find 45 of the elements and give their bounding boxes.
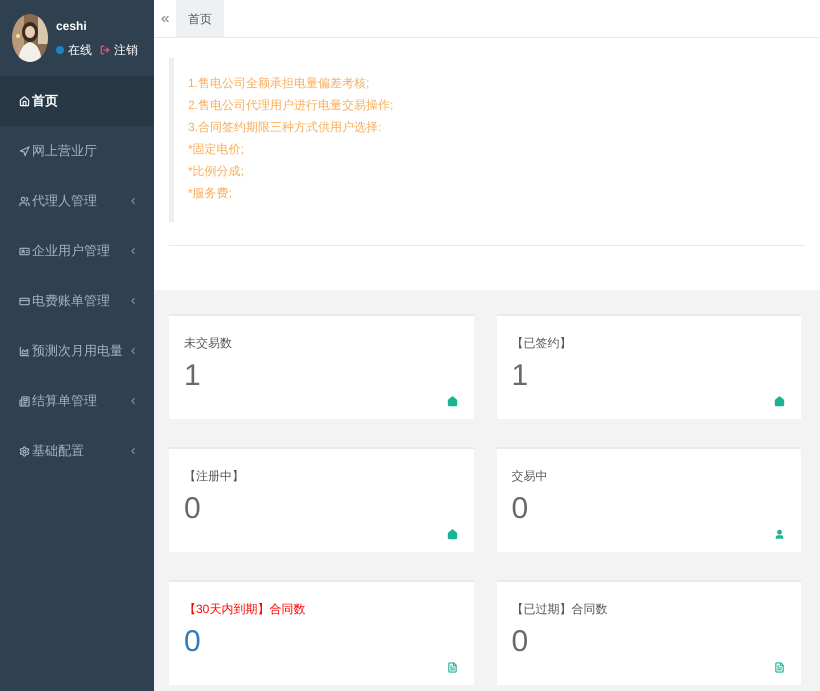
logout-icon [100,45,110,55]
notice-line: 2.售电公司代理用户进行电量交易操作; [188,97,394,114]
sidebar-item[interactable]: 电费账单管理 [0,276,154,326]
card-title: 【已签约】 [512,335,572,352]
users-icon [19,196,30,206]
sidebar-item[interactable]: 首页 [0,76,154,126]
notice-line: *服务费; [188,185,234,202]
card-value: 1 [184,358,201,394]
card-value: 0 [512,624,528,660]
user-name: ceshi [56,18,88,35]
notice-line: *比例分成; [188,163,246,180]
card-title: 交易中 [512,468,548,485]
arrow-icon [19,146,30,156]
notice-line: 3.合同签约期限三种方式供用户选择: [188,119,382,136]
user-icon [774,529,785,540]
sidebar-item[interactable]: 结算单管理 [0,376,154,426]
card-value: 0 [184,491,201,527]
id-card-icon [19,246,30,256]
sidebar-item[interactable]: 网上营业厅 [0,126,154,176]
card-title: 【30天内到期】合同数 [184,601,306,618]
card-title: 【已过期】合同数 [512,601,608,618]
card-value: 0 [184,624,201,660]
home-icon [446,529,458,540]
status-label: 在线 [68,42,92,59]
tab[interactable]: 首页 [176,0,224,37]
document-icon [446,662,458,673]
card-title: 【注册中】 [184,468,245,485]
home-icon [19,96,30,106]
card-value: 1 [512,358,528,394]
list-icon [19,396,30,406]
card-icon [19,296,30,306]
sidebar-item[interactable]: 基础配置 [0,426,154,476]
sidebar-item[interactable]: 代理人管理 [0,176,154,226]
home-icon [446,396,458,407]
notice-line: 1.售电公司全额承担电量偏差考核; [188,75,370,92]
logout-link[interactable]: 注销 [114,41,138,59]
card-value: 0 [512,491,528,527]
notice-line: *固定电价; [188,141,246,158]
area-chart-icon [19,346,30,356]
document-icon [774,662,785,673]
home-icon [774,396,785,407]
settings-icon [19,446,30,456]
card-title: 未交易数 [184,335,233,352]
sidebar-item[interactable]: 企业用户管理 [0,226,154,276]
sidebar-item[interactable]: 预测次月用电量 [0,326,154,376]
